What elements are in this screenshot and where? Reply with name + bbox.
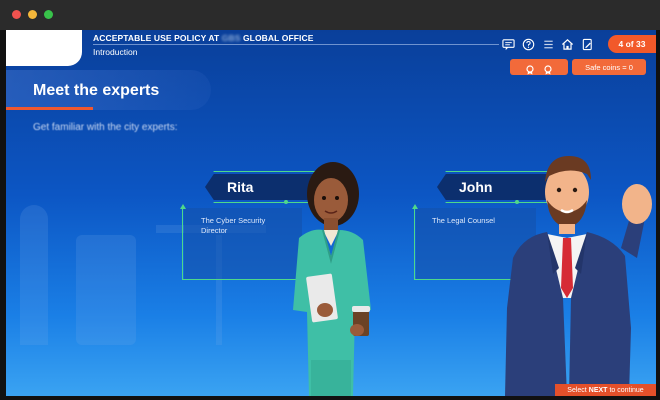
expert-role-rita: The Cyber Security Director [201,216,265,236]
section-name: Introduction [93,47,138,57]
header-divider [93,44,499,45]
maximize-window-button[interactable] [44,10,53,19]
page-indicator: 4 of 33 [608,35,656,53]
footer-emphasis: NEXT [588,386,608,394]
card-arrow-icon [411,204,418,209]
course-title: ACCEPTABLE USE POLICY AT GBS GLOBAL OFFI… [93,33,314,43]
background-chair [76,235,136,345]
header-title-suffix: GLOBAL OFFICE [242,33,314,43]
background-plant [20,205,48,345]
slide-experts-0-role-line2: Director [201,226,228,235]
badge-icon [543,62,553,75]
minimize-window-button[interactable] [28,10,37,19]
slide-title: Meet the experts [33,82,160,99]
slide-experts-0-role-line1: The Cyber Security [201,216,266,225]
help-icon[interactable] [521,37,535,51]
next-instruction: Select NEXT to continue [555,384,656,396]
expert-role-john: The Legal Counsel [432,216,495,226]
notes-icon[interactable] [580,37,594,51]
course-player: ACCEPTABLE USE POLICY AT GBS GLOBAL OFFI… [6,30,656,396]
badges-panel[interactable] [510,59,568,75]
footer-suffix: to continue [609,386,644,394]
redacted-text: GBS [221,33,241,43]
slide-experts-1-role-line1: The Legal Counsel [432,216,495,225]
transcript-icon[interactable] [501,37,515,51]
badge-icon [525,62,535,75]
card-arrow-icon [179,204,186,209]
close-window-button[interactable] [12,10,21,19]
header-title-prefix: ACCEPTABLE USE POLICY AT [93,33,220,43]
menu-icon[interactable] [541,37,555,51]
company-logo [6,30,82,66]
window-titlebar [0,0,660,30]
title-underline [6,107,93,110]
safe-coins-counter: Safe coins = 0 [572,59,646,75]
footer-prefix: Select [567,386,587,394]
home-icon[interactable] [560,37,574,51]
slide-subtitle: Get familiar with the city experts: [33,122,178,133]
